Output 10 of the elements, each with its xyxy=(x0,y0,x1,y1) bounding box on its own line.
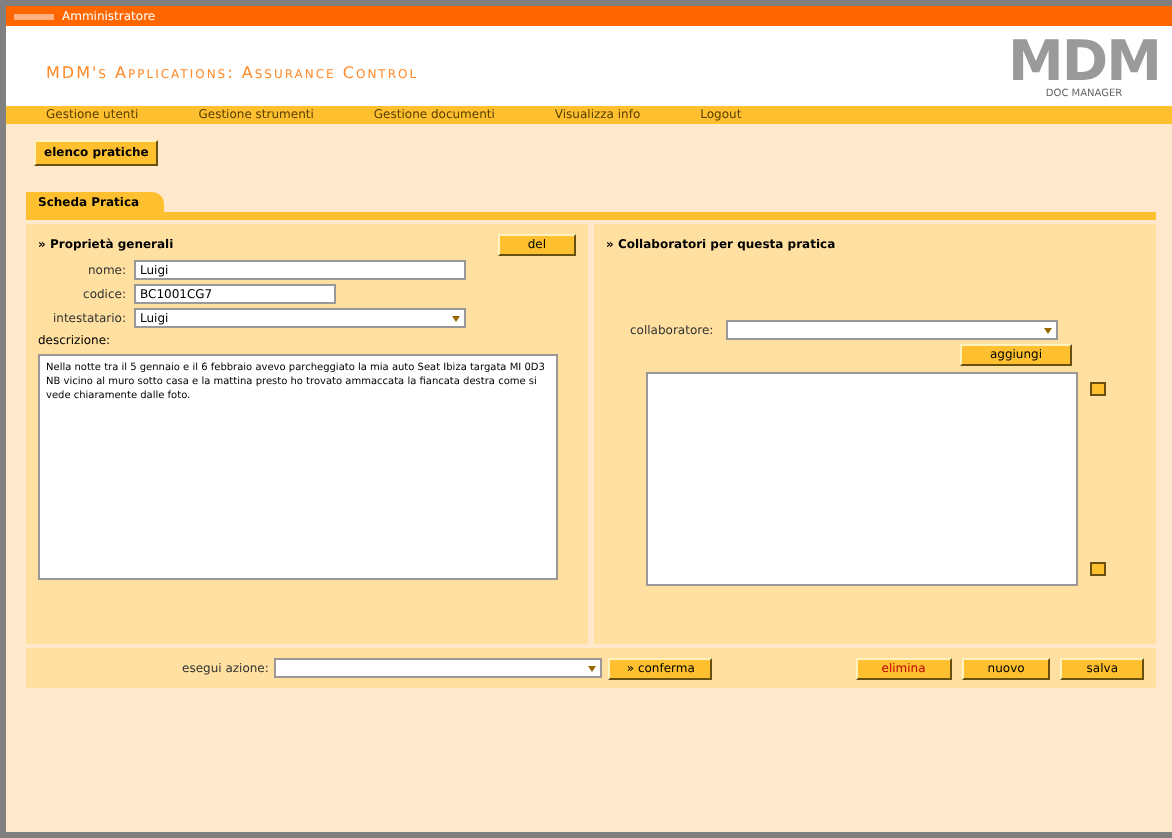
dropdown-arrow-icon xyxy=(452,315,460,321)
select-field[interactable] xyxy=(725,320,1058,340)
select-field[interactable] xyxy=(274,658,603,678)
move-up-button[interactable] xyxy=(1090,382,1106,396)
dropdown-arrow-icon xyxy=(1043,327,1052,333)
dropdown-arrow-icon xyxy=(588,665,597,671)
dots-icon xyxy=(14,13,54,19)
app-title: MDM's Applications: Assurance Control xyxy=(46,61,419,81)
move-down-button[interactable] xyxy=(1090,562,1106,576)
list-box[interactable] xyxy=(646,372,1078,586)
